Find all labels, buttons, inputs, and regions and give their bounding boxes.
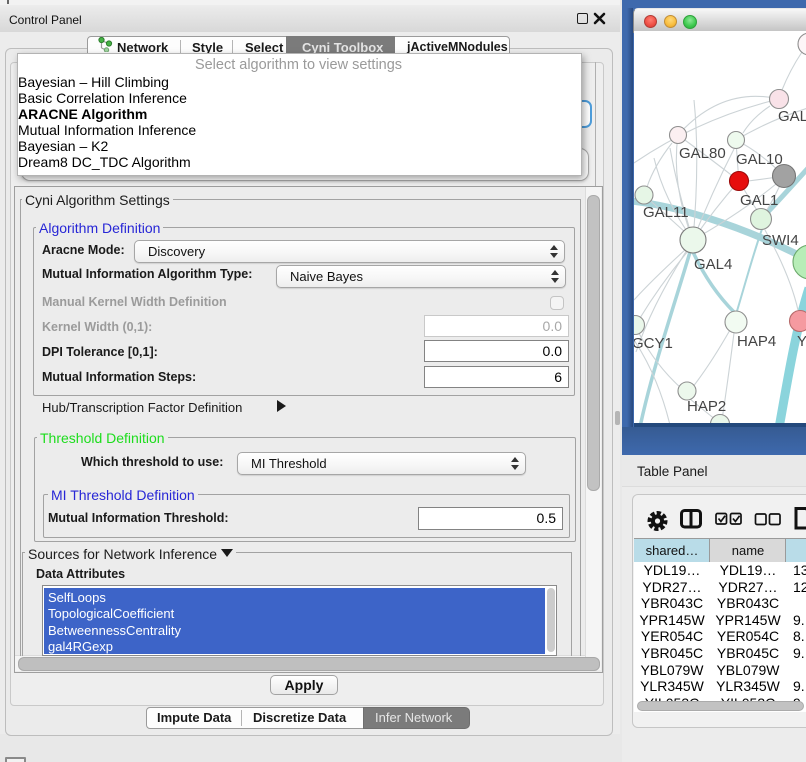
svg-text:Y: Y	[797, 333, 806, 350]
svg-text:HAP2: HAP2	[687, 398, 726, 415]
svg-text:GAL80: GAL80	[679, 145, 726, 162]
svg-text:GAL4: GAL4	[694, 256, 732, 273]
svg-text:GAL11: GAL11	[643, 204, 689, 221]
svg-text:GCY1: GCY1	[634, 335, 673, 352]
svg-text:GAL7: GAL7	[778, 108, 806, 125]
svg-text:HAP4: HAP4	[737, 333, 776, 350]
svg-text:SWI4: SWI4	[762, 232, 799, 249]
svg-text:GAL10: GAL10	[736, 151, 783, 168]
svg-text:GAL1: GAL1	[740, 192, 778, 209]
